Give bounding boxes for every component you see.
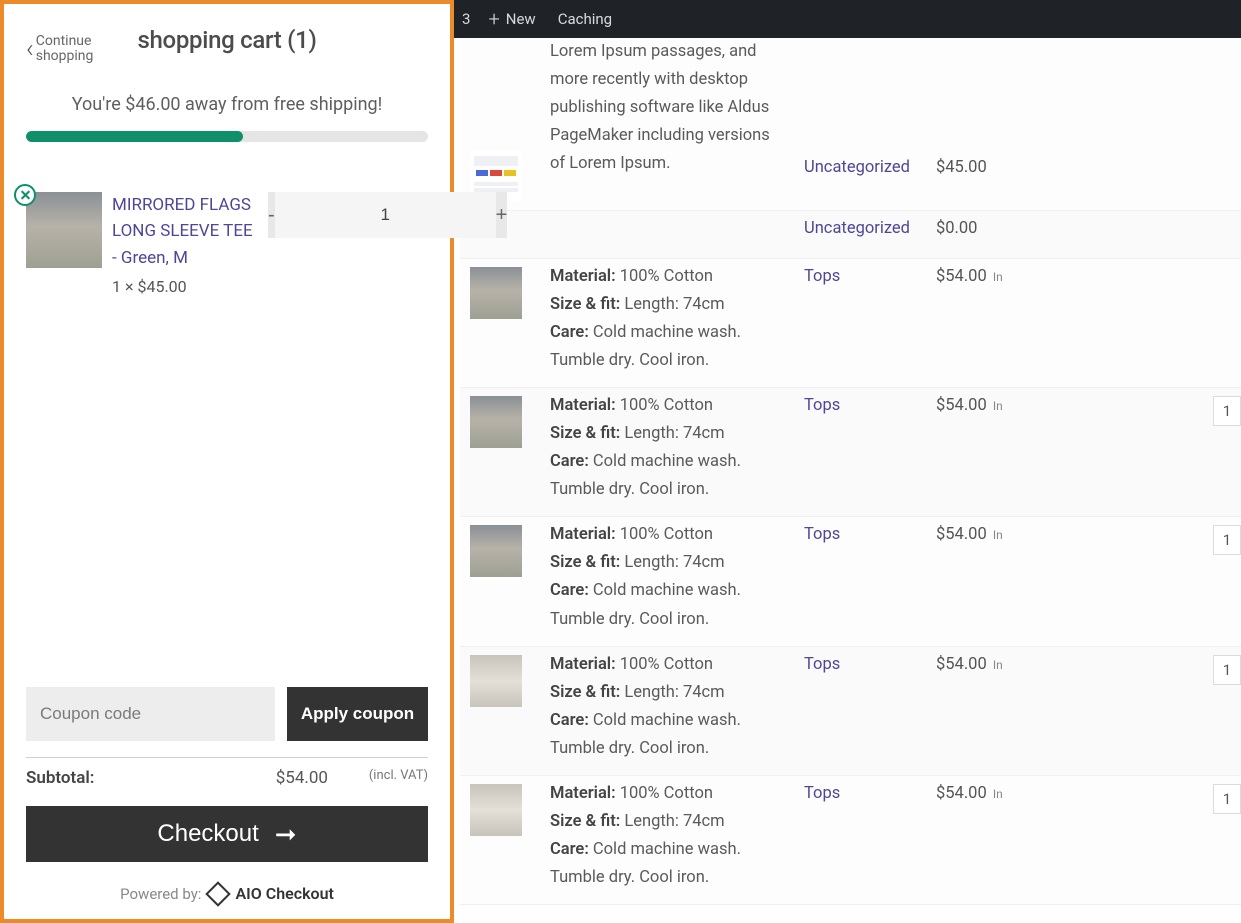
coupon-input[interactable] bbox=[26, 687, 275, 741]
table-row: Uncategorized $0.00 bbox=[460, 211, 1241, 259]
price-cell: $54.00 In bbox=[932, 259, 1007, 387]
product-description: Material: 100% Cotton Size & fit: Length… bbox=[520, 388, 800, 516]
category-link[interactable]: Tops bbox=[804, 655, 840, 674]
cart-header: ‹ Continue shopping shopping cart (1) bbox=[26, 26, 428, 54]
table-row: Material: 100% Cotton Size & fit: Length… bbox=[460, 517, 1241, 646]
table-row: Material: 100% Cotton Size & fit: Length… bbox=[460, 388, 1241, 517]
table-row: Material: 100% Cotton Size & fit: Length… bbox=[460, 776, 1241, 905]
cart-panel: ‹ Continue shopping shopping cart (1) Yo… bbox=[0, 0, 454, 923]
subtotal-row: Subtotal: $54.00 (incl. VAT) bbox=[26, 757, 428, 788]
product-thumbnail[interactable] bbox=[470, 267, 522, 319]
category-link[interactable]: Tops bbox=[804, 267, 840, 286]
product-description: Material: 100% Cotton Size & fit: Length… bbox=[520, 259, 800, 387]
quantity-stepper: - + bbox=[268, 192, 428, 238]
table-row: Material: 100% Cotton Size & fit: Length… bbox=[460, 259, 1241, 388]
plus-icon[interactable]: + bbox=[488, 9, 499, 29]
admin-caching-link[interactable]: Caching bbox=[558, 10, 612, 28]
free-shipping-message: You're $46.00 away from free shipping! bbox=[26, 94, 428, 115]
cart-item-name[interactable]: MIRRORED FLAGS LONG SLEEVE TEE - Green, … bbox=[112, 192, 260, 271]
coupon-row: Apply coupon bbox=[26, 687, 428, 741]
apply-coupon-button[interactable]: Apply coupon bbox=[287, 687, 428, 741]
price-cell: $54.00 In bbox=[932, 647, 1007, 775]
product-table: Lorem Ipsum passages, and more recently … bbox=[460, 38, 1241, 923]
product-thumbnail[interactable] bbox=[470, 525, 522, 577]
product-description: Material: 100% Cotton Size & fit: Length… bbox=[520, 776, 800, 904]
aio-logo-icon bbox=[206, 881, 231, 906]
product-thumbnail[interactable] bbox=[470, 655, 522, 707]
category-link[interactable]: Tops bbox=[804, 396, 840, 415]
powered-brand[interactable]: AIO Checkout bbox=[235, 884, 333, 903]
admin-count[interactable]: 3 bbox=[462, 10, 470, 28]
product-thumbnail[interactable] bbox=[470, 396, 522, 448]
product-description: Lorem Ipsum passages, and more recently … bbox=[520, 38, 800, 208]
continue-shopping-link[interactable]: ‹ Continue shopping bbox=[26, 34, 93, 65]
price-cell: $54.00 In bbox=[932, 776, 1007, 904]
category-link[interactable]: Tops bbox=[804, 784, 840, 803]
powered-by: Powered by: AIO Checkout bbox=[26, 884, 428, 903]
subtotal-label: Subtotal: bbox=[26, 768, 94, 788]
cart-item: MIRRORED FLAGS LONG SLEEVE TEE - Green, … bbox=[26, 192, 428, 296]
cart-item-thumbnail[interactable] bbox=[26, 192, 102, 268]
product-description: Material: 100% Cotton Size & fit: Length… bbox=[520, 517, 800, 645]
category-link[interactable]: Uncategorized bbox=[804, 219, 910, 238]
qty-increase-button[interactable]: + bbox=[496, 192, 508, 238]
table-row: Material: 100% Cotton Size & fit: Length… bbox=[460, 647, 1241, 776]
product-thumbnail[interactable] bbox=[470, 784, 522, 836]
chevron-left-icon: ‹ bbox=[26, 35, 34, 64]
category-link[interactable]: Uncategorized bbox=[804, 158, 910, 177]
price-cell: $54.00 In bbox=[932, 388, 1007, 516]
stock-badge: 1 bbox=[1213, 784, 1241, 814]
vat-note: (incl. VAT) bbox=[369, 768, 428, 783]
shipping-progress-fill bbox=[26, 131, 243, 142]
category-link[interactable]: Tops bbox=[804, 525, 840, 544]
qty-input[interactable] bbox=[275, 192, 496, 238]
shipping-progress-bar bbox=[26, 131, 428, 142]
table-row: Lorem Ipsum passages, and more recently … bbox=[460, 38, 1241, 211]
stock-badge: 1 bbox=[1213, 525, 1241, 555]
checkout-button[interactable]: Checkout ➞ bbox=[26, 806, 428, 862]
subtotal-value: $54.00 bbox=[276, 768, 328, 788]
cart-item-qty-price: 1 × $45.00 bbox=[112, 277, 260, 296]
price-cell: $45.00 bbox=[932, 38, 991, 185]
qty-decrease-button[interactable]: - bbox=[268, 192, 275, 238]
price-cell: $0.00 bbox=[932, 211, 981, 258]
remove-item-button[interactable] bbox=[14, 184, 36, 206]
admin-new-link[interactable]: New bbox=[506, 10, 536, 28]
product-description: Material: 100% Cotton Size & fit: Length… bbox=[520, 647, 800, 775]
arrow-right-icon: ➞ bbox=[275, 819, 297, 850]
stock-badge: 1 bbox=[1213, 396, 1241, 426]
stock-badge: 1 bbox=[1213, 655, 1241, 685]
price-cell: $54.00 In bbox=[932, 517, 1007, 645]
